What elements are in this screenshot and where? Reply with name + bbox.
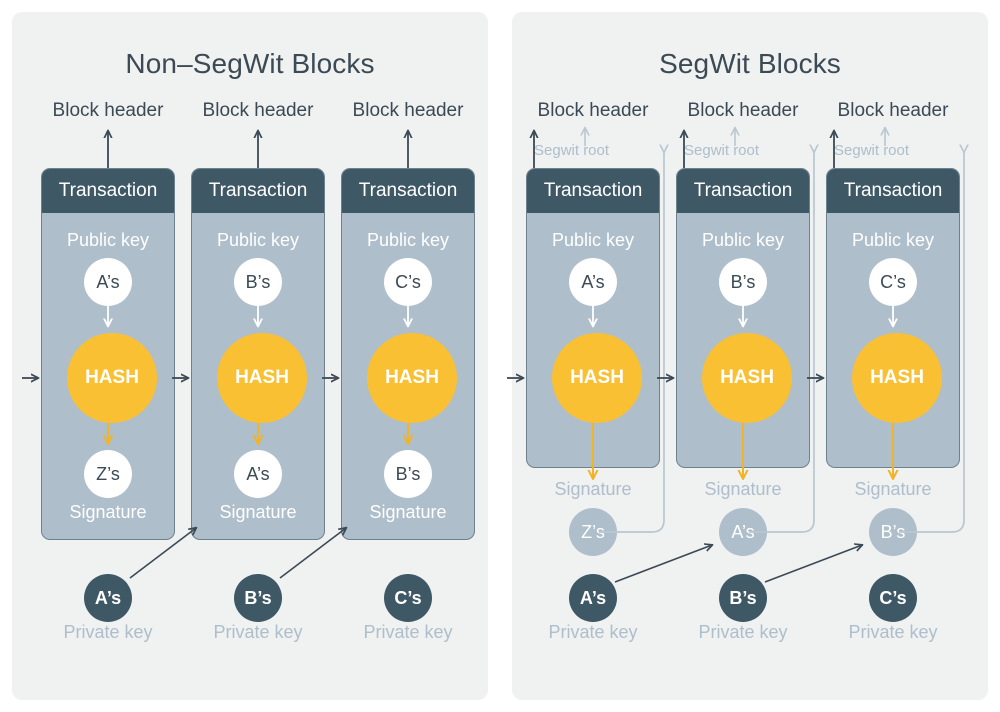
block-column-nonsegwit-3: Block header Transaction Public key C’s … [333,0,483,688]
transaction-card: Transaction Public key [676,168,810,468]
public-key-circle: C’s [384,258,432,306]
public-key-label: Public key [851,230,935,250]
block-column-segwit-1: Block header Segwit root Transaction Pub… [518,0,668,688]
signature-label: Signature [369,502,447,522]
signature-circle: Z’s [569,508,617,556]
hash-circle: HASH [552,333,642,423]
signature-label: Signature [554,479,632,499]
private-key-label: Private key [63,622,153,642]
hash-circle: HASH [217,333,307,423]
block-header-label: Block header [352,100,464,121]
transaction-title: Transaction [677,169,809,213]
block-header-label: Block header [202,100,314,121]
transaction-card: Transaction Public key [826,168,960,468]
transaction-title: Transaction [192,169,324,213]
public-key-circle: A’s [84,258,132,306]
block-header-label: Block header [687,100,799,121]
private-key-circle: C’s [384,574,432,622]
private-key-circle: A’s [569,574,617,622]
private-key-label: Private key [548,622,638,642]
transaction-title: Transaction [827,169,959,213]
signature-circle: A’s [719,508,767,556]
block-column-segwit-3: Block header Segwit root Transaction Pub… [818,0,968,688]
diagram-root: Non–SegWit Blocks Block header Transacti… [0,0,1000,712]
signature-label: Signature [854,479,932,499]
signature-circle: Z’s [84,450,132,498]
block-header-label: Block header [537,100,649,121]
public-key-circle: B’s [719,258,767,306]
transaction-title: Transaction [42,169,174,213]
signature-label: Signature [69,502,147,522]
hash-circle: HASH [702,333,792,423]
public-key-label: Public key [701,230,785,250]
public-key-label: Public key [66,230,150,250]
block-header-label: Block header [837,100,949,121]
transaction-title: Transaction [527,169,659,213]
hash-circle: HASH [852,333,942,423]
segwit-root-label: Segwit root [534,142,610,159]
signature-circle: B’s [869,508,917,556]
private-key-label: Private key [363,622,453,642]
segwit-root-label: Segwit root [834,142,910,159]
signature-circle: A’s [234,450,282,498]
private-key-circle: B’s [234,574,282,622]
block-header-label: Block header [52,100,164,121]
hash-circle: HASH [367,333,457,423]
public-key-circle: B’s [234,258,282,306]
public-key-label: Public key [216,230,300,250]
public-key-label: Public key [366,230,450,250]
private-key-label: Private key [698,622,788,642]
transaction-title: Transaction [342,169,474,213]
signature-circle: B’s [384,450,432,498]
block-column-nonsegwit-2: Block header Transaction Public key B’s … [183,0,333,688]
block-column-segwit-2: Block header Segwit root Transaction Pub… [668,0,818,688]
private-key-label: Private key [848,622,938,642]
public-key-circle: A’s [569,258,617,306]
signature-label: Signature [704,479,782,499]
hash-circle: HASH [67,333,157,423]
transaction-card: Transaction Public key [526,168,660,468]
public-key-circle: C’s [869,258,917,306]
public-key-label: Public key [551,230,635,250]
private-key-circle: B’s [719,574,767,622]
block-column-nonsegwit-1: Block header Transaction Public key A’s … [33,0,183,688]
private-key-circle: A’s [84,574,132,622]
private-key-label: Private key [213,622,303,642]
private-key-circle: C’s [869,574,917,622]
signature-label: Signature [219,502,297,522]
segwit-root-label: Segwit root [684,142,760,159]
